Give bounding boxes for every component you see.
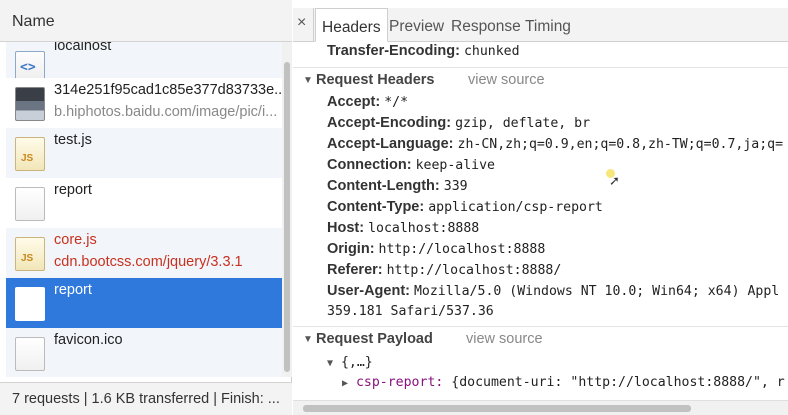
status-bar: 7 requests | 1.6 KB transferred | Finish…: [0, 382, 292, 415]
header-row: Accept-Encoding: gzip, deflate, br: [327, 115, 591, 131]
request-row-report[interactable]: report: [6, 178, 282, 228]
list-scrollbar[interactable]: [282, 42, 292, 377]
request-domain: cdn.bootcss.com/jquery/3.3.1: [54, 254, 243, 270]
close-icon[interactable]: ×: [297, 14, 306, 32]
detail-horizontal-scrollbar[interactable]: [293, 400, 788, 415]
header-row: Referer: http://localhost:8888/: [327, 262, 562, 278]
header-row: Content-Length: 339: [327, 178, 468, 194]
request-name: favicon.ico: [54, 332, 123, 348]
tab-headers[interactable]: Headers: [315, 8, 388, 42]
blank-file-icon: [15, 187, 45, 221]
request-detail-panel: × Headers Preview Response Timing Transf…: [293, 0, 788, 415]
request-row-image[interactable]: 314e251f95cad1c85e377d83733e... b.hiphot…: [6, 78, 282, 128]
tab-timing[interactable]: Timing: [525, 8, 571, 42]
name-column-header[interactable]: Name: [12, 13, 55, 31]
request-row-test-js[interactable]: test.js: [6, 128, 282, 178]
view-source-link[interactable]: view source: [468, 72, 545, 88]
headers-content: Transfer-Encoding: chunked ▼ Request Head…: [293, 43, 788, 400]
detail-tabbar: × Headers Preview Response Timing: [293, 8, 788, 42]
triangle-down-icon[interactable]: ▼: [303, 75, 313, 86]
request-name: report: [54, 182, 92, 198]
request-name: report: [54, 282, 92, 298]
status-summary: 7 requests | 1.6 KB transferred | Finish…: [12, 391, 280, 407]
request-name: test.js: [54, 132, 92, 148]
request-row-favicon[interactable]: favicon.ico: [6, 328, 282, 377]
request-name: localhost: [54, 42, 112, 54]
blank-file-icon: [15, 337, 45, 371]
request-payload-section[interactable]: ▼ Request Payload view source: [293, 326, 788, 352]
triangle-down-icon[interactable]: ▼: [327, 358, 333, 369]
request-rows: localhost 314e251f95cad1c85e377d83733e..…: [6, 42, 282, 377]
request-list-panel: Name localhost 314e251f95cad1c85e377d837…: [0, 0, 292, 415]
header-transfer-encoding: Transfer-Encoding: chunked: [327, 43, 520, 59]
list-header[interactable]: Name: [0, 0, 292, 42]
request-domain: b.hiphotos.baidu.com/image/pic/i...: [54, 104, 278, 120]
blank-file-icon: [15, 287, 45, 321]
request-headers-title[interactable]: Request Headers: [316, 72, 434, 88]
request-headers-section[interactable]: ▼ Request Headers view source: [293, 67, 788, 93]
js-file-icon: [15, 137, 45, 171]
payload-csp-report[interactable]: ▶ csp-report: {document-uri: "http://loc…: [342, 375, 785, 390]
header-row: Origin: http://localhost:8888: [327, 241, 546, 257]
detail-scrollbar-thumb[interactable]: [303, 405, 691, 412]
header-row: Host: localhost:8888: [327, 220, 480, 236]
header-row: Accept-Language: zh-CN,zh;q=0.9,en;q=0.8,…: [327, 136, 784, 152]
header-row: User-Agent: Mozilla/5.0 (Windows NT 10.0;…: [327, 283, 780, 299]
request-payload-title[interactable]: Request Payload: [316, 331, 433, 347]
header-row: Connection: keep-alive: [327, 157, 495, 173]
request-name: 314e251f95cad1c85e377d83733e...: [54, 82, 282, 98]
request-row-report-selected[interactable]: report: [6, 278, 282, 328]
tab-divider: [313, 8, 314, 42]
list-scrollbar-thumb[interactable]: [284, 62, 290, 372]
image-file-icon: [15, 87, 45, 121]
tab-preview[interactable]: Preview: [389, 8, 444, 42]
triangle-down-icon[interactable]: ▼: [303, 334, 313, 345]
triangle-right-icon[interactable]: ▶: [342, 378, 348, 389]
tab-response[interactable]: Response: [451, 8, 521, 42]
request-row-core-js[interactable]: core.js cdn.bootcss.com/jquery/3.3.1: [6, 228, 282, 278]
header-row: Accept: */*: [327, 94, 409, 110]
header-row: Content-Type: application/csp-report: [327, 199, 603, 215]
user-agent-continuation: 359.181 Safari/537.36: [327, 304, 494, 319]
pointer-arrow-icon: ➚: [609, 173, 620, 188]
js-file-icon: [15, 237, 45, 271]
payload-view-source-link[interactable]: view source: [466, 331, 543, 347]
request-name: core.js: [54, 232, 97, 248]
payload-root[interactable]: ▼ {,…}: [327, 355, 373, 370]
